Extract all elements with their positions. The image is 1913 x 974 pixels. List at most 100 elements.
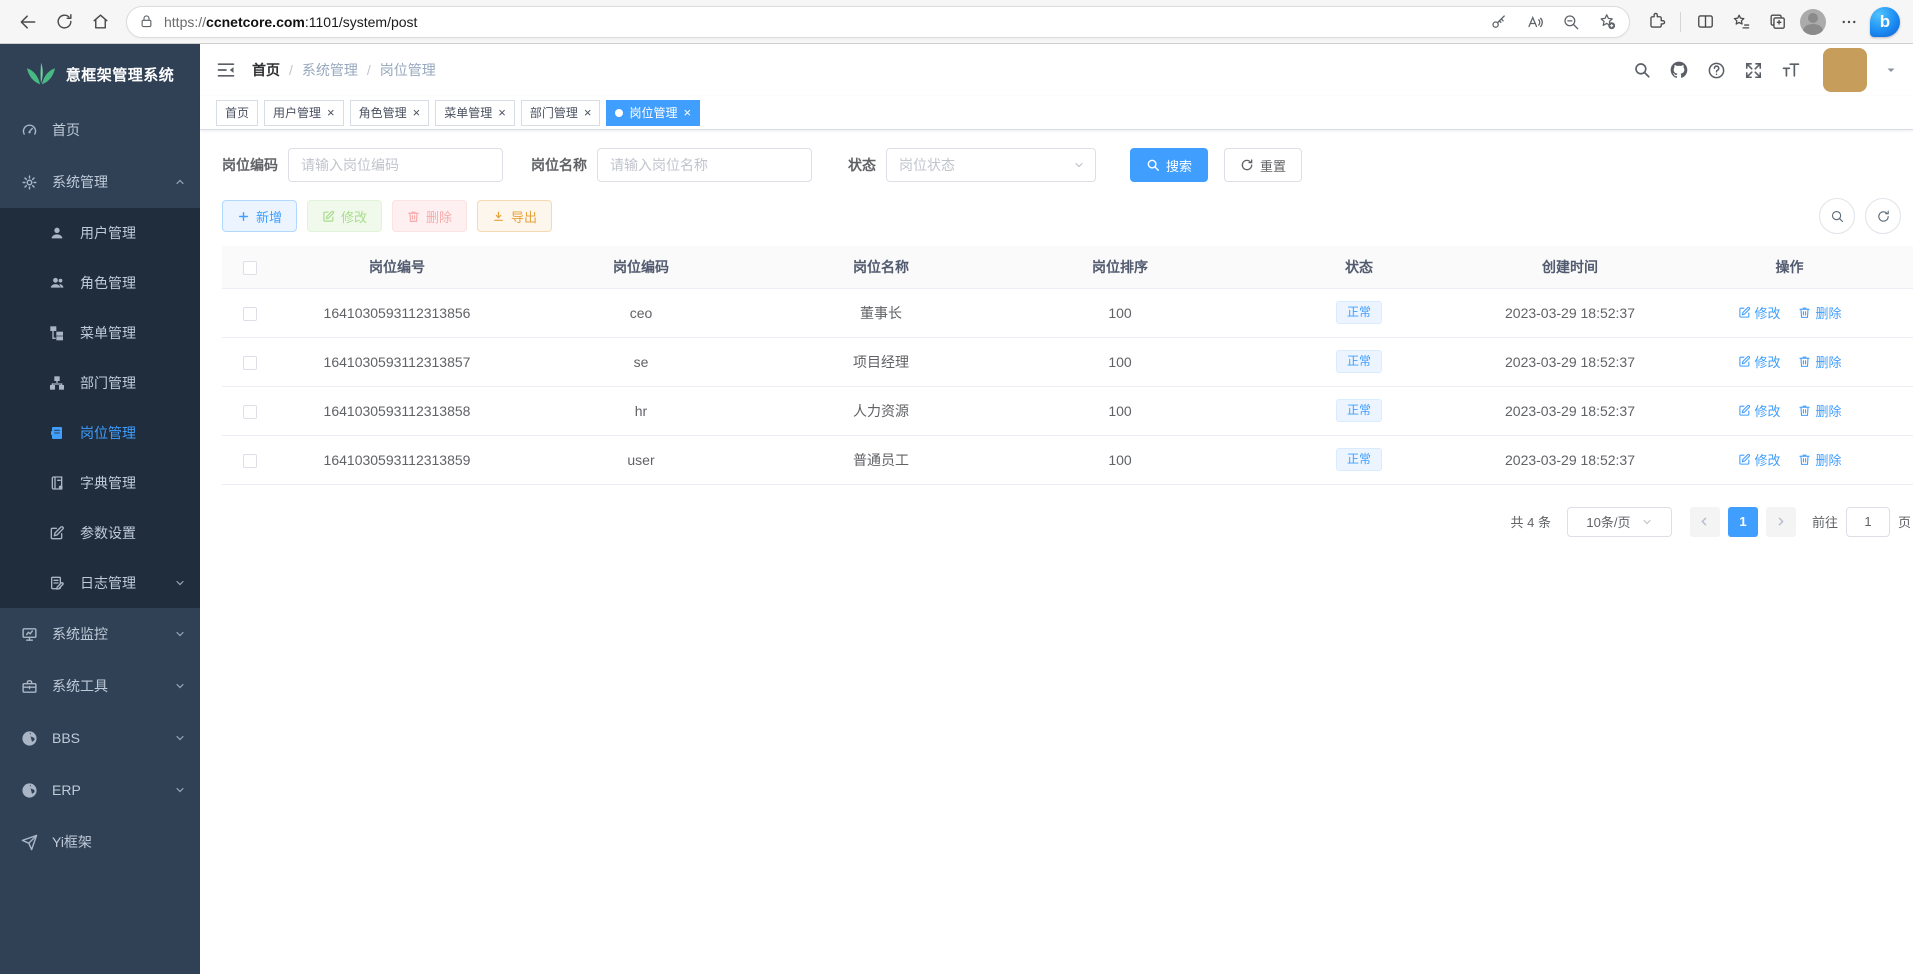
tab-post-management[interactable]: 岗位管理× [606,100,700,126]
help-icon[interactable] [1707,61,1726,80]
row-delete-label: 删除 [1815,303,1841,322]
edit-button[interactable]: 修改 [307,200,382,232]
sidebar-item-label: 用户管理 [80,223,136,243]
sidebar-collapse-icon[interactable] [216,60,236,80]
avatar-caret-down-icon[interactable] [1885,64,1897,76]
close-icon[interactable]: × [683,106,691,119]
breadcrumb-system[interactable]: 系统管理 [302,60,358,80]
prev-page-button[interactable] [1690,507,1720,537]
cell-post-id: 1641030593112313859 [278,435,516,484]
tab-user-management[interactable]: 用户管理× [264,100,344,126]
delete-button[interactable]: 删除 [392,200,467,232]
sidebar-item-menu-management[interactable]: 菜单管理 [0,308,200,358]
sidebar-item-system-management[interactable]: 系统管理 [0,156,200,208]
close-icon[interactable]: × [327,106,335,119]
cell-created: 2023-03-29 18:52:37 [1474,386,1666,435]
row-delete-link[interactable]: 删除 [1798,303,1841,322]
user-avatar[interactable] [1823,48,1867,92]
github-icon[interactable] [1669,60,1689,80]
goto-page-input[interactable] [1846,507,1890,537]
select-all-checkbox[interactable] [243,261,257,275]
sidebar-item-system-tools[interactable]: 系统工具 [0,660,200,712]
cell-post-id: 1641030593112313857 [278,337,516,386]
sidebar-item-log-management[interactable]: 日志管理 [0,558,200,608]
header-search-icon[interactable] [1633,61,1651,79]
sidebar-item-home[interactable]: 首页 [0,104,200,156]
row-edit-label: 修改 [1755,352,1781,371]
chevron-left-icon [1698,515,1711,528]
sidebar-item-department-management[interactable]: 部门管理 [0,358,200,408]
row-checkbox[interactable] [243,307,257,321]
cell-post-code: hr [516,386,766,435]
sidebar-item-label: 系统监控 [52,624,108,644]
tab-role-management[interactable]: 角色管理× [350,100,430,126]
pagination: 共 4 条 10条/页 1 前往 页 [222,507,1913,537]
add-button[interactable]: 新增 [222,200,297,232]
sidebar-item-role-management[interactable]: 角色管理 [0,258,200,308]
sidebar-item-dict-management[interactable]: 字典管理 [0,458,200,508]
tab-home[interactable]: 首页 [216,100,258,126]
zoom-out-icon[interactable] [1555,5,1587,39]
bing-copilot-icon[interactable]: b [1867,5,1903,39]
row-checkbox[interactable] [243,356,257,370]
refresh-table-button[interactable] [1865,198,1901,234]
browser-profile-icon[interactable] [1795,5,1831,39]
sidebar-item-yi-framework[interactable]: Yi框架 [0,816,200,868]
sidebar-item-bbs[interactable]: BBS [0,712,200,764]
row-edit-label: 修改 [1755,401,1781,420]
gear-icon [20,173,38,191]
row-delete-link[interactable]: 删除 [1798,450,1841,469]
row-checkbox[interactable] [243,454,257,468]
breadcrumb: 首页 / 系统管理 / 岗位管理 [252,60,436,80]
read-aloud-icon[interactable] [1519,5,1551,39]
favorite-star-icon[interactable] [1591,5,1623,39]
close-icon[interactable]: × [413,106,421,119]
close-icon[interactable]: × [584,106,592,119]
password-key-icon[interactable] [1483,5,1515,39]
users-icon [48,274,66,292]
sidebar-item-system-monitor[interactable]: 系统监控 [0,608,200,660]
font-size-icon[interactable] [1781,60,1801,80]
close-icon[interactable]: × [498,106,506,119]
post-code-input[interactable] [288,148,503,182]
row-delete-link[interactable]: 删除 [1798,352,1841,371]
row-edit-link[interactable]: 修改 [1738,303,1781,322]
url-text: https://ccnetcore.com:1101/system/post [164,14,1483,30]
sidebar-item-parameter-settings[interactable]: 参数设置 [0,508,200,558]
breadcrumb-home[interactable]: 首页 [252,60,280,80]
tab-menu-management[interactable]: 菜单管理× [435,100,515,126]
browser-refresh-icon[interactable] [46,5,82,39]
fullscreen-icon[interactable] [1744,61,1763,80]
address-bar[interactable]: https://ccnetcore.com:1101/system/post [126,6,1630,38]
browser-menu-icon[interactable] [1831,5,1867,39]
lock-icon [139,14,154,29]
row-edit-link[interactable]: 修改 [1738,450,1781,469]
row-edit-link[interactable]: 修改 [1738,401,1781,420]
sidebar-item-post-management[interactable]: 岗位管理 [0,408,200,458]
browser-back-icon[interactable] [10,5,46,39]
reset-button[interactable]: 重置 [1224,148,1302,182]
status-select-placeholder: 岗位状态 [899,155,955,175]
row-checkbox[interactable] [243,405,257,419]
page-size-select[interactable]: 10条/页 [1567,507,1672,537]
tab-department-management[interactable]: 部门管理× [521,100,601,126]
browser-home-icon[interactable] [82,5,118,39]
extensions-icon[interactable] [1638,5,1674,39]
show-search-toggle-button[interactable] [1819,198,1855,234]
sidebar-item-user-management[interactable]: 用户管理 [0,208,200,258]
collections-icon[interactable] [1759,5,1795,39]
sidebar-item-erp[interactable]: ERP [0,764,200,816]
app-logo[interactable]: 意框架管理系统 [0,44,200,104]
row-edit-link[interactable]: 修改 [1738,352,1781,371]
favorites-bar-icon[interactable] [1723,5,1759,39]
topbar-actions [1633,48,1897,92]
row-delete-link[interactable]: 删除 [1798,401,1841,420]
breadcrumb-current: 岗位管理 [380,60,436,80]
page-number-button[interactable]: 1 [1728,507,1758,537]
export-button[interactable]: 导出 [477,200,552,232]
post-name-input[interactable] [597,148,812,182]
next-page-button[interactable] [1766,507,1796,537]
split-screen-icon[interactable] [1687,5,1723,39]
status-select[interactable]: 岗位状态 [886,148,1096,182]
search-button[interactable]: 搜索 [1130,148,1208,182]
